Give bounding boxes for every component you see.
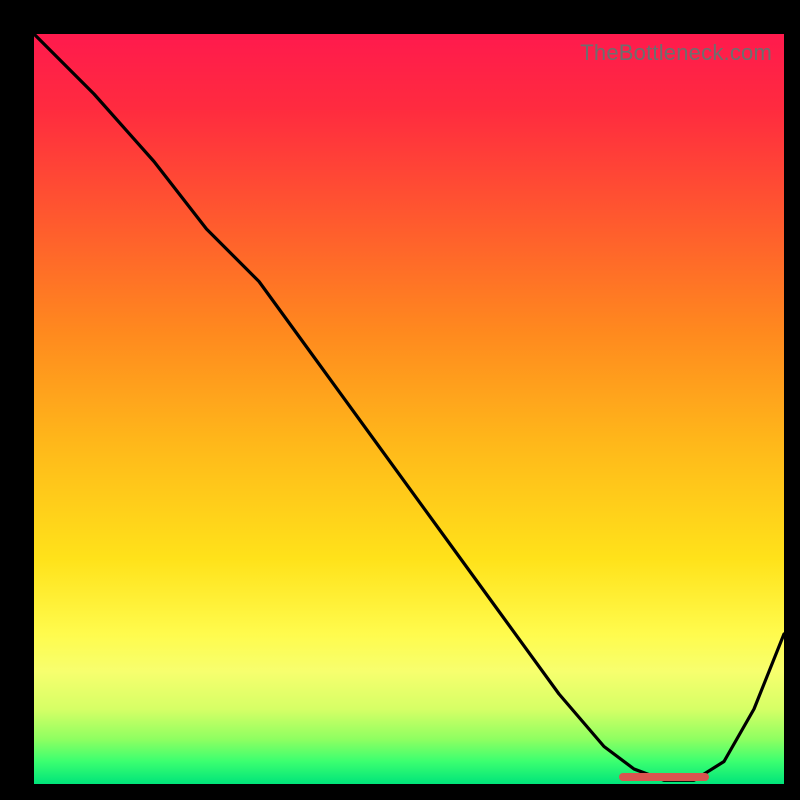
chart-frame: TheBottleneck.com bbox=[0, 0, 800, 800]
plot-area: TheBottleneck.com bbox=[34, 34, 784, 784]
bottleneck-curve bbox=[34, 34, 784, 784]
optimal-range-marker bbox=[619, 773, 709, 781]
curve-path bbox=[34, 34, 784, 780]
